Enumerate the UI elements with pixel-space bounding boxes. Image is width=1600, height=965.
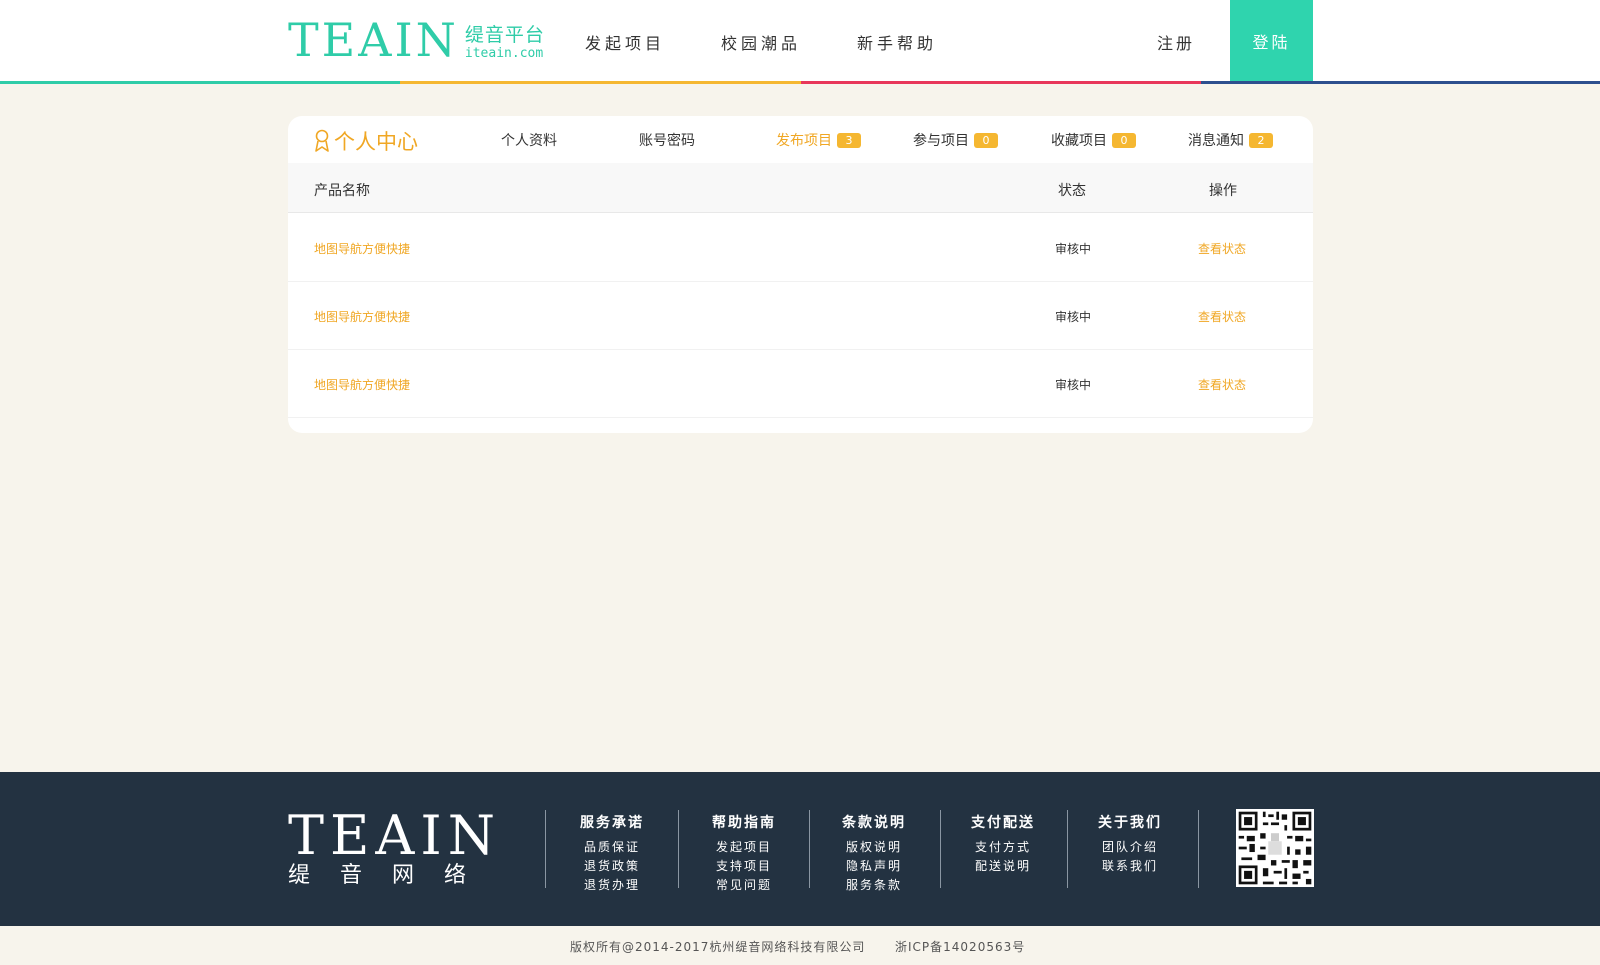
login-button[interactable]: 登陆 [1230, 0, 1313, 82]
tab-label: 发布项目 [776, 133, 832, 149]
nav-launch-project[interactable]: 发起项目 [585, 30, 665, 54]
tab-notifications[interactable]: 消息通知 2 [1188, 130, 1273, 150]
logo-url: iteain.com [464, 46, 544, 61]
tab-joined-projects[interactable]: 参与项目 0 [913, 130, 998, 150]
tab-profile[interactable]: 个人资料 [501, 130, 557, 150]
footer-link[interactable]: 退货办理 [575, 876, 649, 895]
user-center-title-text: 个人中心 [334, 130, 418, 154]
status-text: 审核中 [1055, 378, 1092, 392]
footer-link[interactable]: 团队介绍 [1093, 838, 1167, 857]
header-stripe-yellow [400, 81, 801, 84]
logo-wordmark: TEAIN [288, 13, 459, 67]
tab-published-projects[interactable]: 发布项目 3 [776, 130, 861, 150]
footer-link[interactable]: 支持项目 [707, 857, 781, 876]
table-row: 地图导航方便快捷 审核中 查看状态 [288, 214, 1313, 282]
footer-link[interactable]: 配送说明 [966, 857, 1040, 876]
footer-logo: TEAIN 缇音网络 [288, 804, 510, 890]
icp-text[interactable]: 浙ICP备14020563号 [895, 938, 1025, 955]
view-status-link[interactable]: 查看状态 [1198, 376, 1246, 393]
user-center-panel: 个人中心 个人资料 账号密码 发布项目 3 参与项目 0 收藏项目 0 消息通知… [288, 116, 1313, 433]
count-badge: 2 [1249, 132, 1273, 148]
footer-col-terms: 条款说明 版权说明 隐私声明 服务条款 [837, 810, 911, 892]
count-badge: 0 [974, 132, 998, 148]
status-text: 审核中 [1055, 242, 1092, 256]
footer-col-title: 支付配送 [971, 815, 1035, 831]
nav-beginner-help[interactable]: 新手帮助 [857, 30, 937, 54]
footer-logo-wordmark: TEAIN [288, 804, 502, 867]
qr-code-icon [1236, 809, 1314, 887]
footer-col-title: 帮助指南 [712, 815, 776, 831]
footer-divider [678, 810, 679, 888]
table-row: 地图导航方便快捷 审核中 查看状态 [288, 350, 1313, 418]
logo-chinese-name: 缇音平台 [464, 24, 545, 46]
footer-col-help: 帮助指南 发起项目 支持项目 常见问题 [707, 810, 781, 892]
product-name-link[interactable]: 地图导航方便快捷 [314, 376, 410, 393]
view-status-link[interactable]: 查看状态 [1198, 240, 1246, 257]
column-header-action: 操作 [1209, 183, 1237, 199]
qr-code-graphic [1236, 809, 1314, 887]
tab-label: 账号密码 [639, 133, 695, 149]
product-name-link[interactable]: 地图导航方便快捷 [314, 240, 410, 257]
user-center-title: 个人中心 [314, 126, 418, 156]
tab-password[interactable]: 账号密码 [639, 130, 695, 150]
footer-col-title: 关于我们 [1098, 815, 1162, 831]
column-header-status: 状态 [1058, 183, 1086, 199]
footer-link[interactable]: 发起项目 [707, 838, 781, 857]
register-link[interactable]: 注册 [1157, 30, 1195, 54]
header-stripe-blue [1201, 81, 1600, 84]
footer-link[interactable]: 服务条款 [837, 876, 911, 895]
tab-label: 个人资料 [501, 133, 557, 149]
product-name-link[interactable]: 地图导航方便快捷 [314, 308, 410, 325]
footer-logo-chinese: 缇音网络 [288, 863, 497, 888]
site-footer: TEAIN 缇音网络 服务承诺 品质保证 退货政策 退货办理 帮助指南 发起项目… [0, 772, 1600, 926]
site-header: TEAIN 缇音平台 iteain.com 发起项目 校园潮品 新手帮助 注册 … [0, 0, 1600, 84]
tab-label: 参与项目 [913, 133, 969, 149]
footer-link[interactable]: 支付方式 [966, 838, 1040, 857]
copyright-bar: 版权所有@2014-2017杭州缇音网络科技有限公司 浙ICP备14020563… [0, 926, 1600, 965]
footer-col-payment: 支付配送 支付方式 配送说明 [966, 810, 1040, 888]
status-text: 审核中 [1055, 310, 1092, 324]
copyright-text: 版权所有@2014-2017杭州缇音网络科技有限公司 [570, 940, 866, 954]
header-stripe-red [801, 81, 1201, 84]
view-status-link[interactable]: 查看状态 [1198, 308, 1246, 325]
footer-col-title: 条款说明 [842, 815, 906, 831]
footer-link[interactable]: 联系我们 [1093, 857, 1167, 876]
footer-divider [545, 810, 546, 888]
footer-divider [1198, 810, 1199, 888]
count-badge: 0 [1112, 132, 1136, 148]
footer-col-title: 服务承诺 [580, 815, 644, 831]
column-header-product-name: 产品名称 [314, 183, 370, 199]
footer-link[interactable]: 品质保证 [575, 838, 649, 857]
table-row: 地图导航方便快捷 审核中 查看状态 [288, 282, 1313, 350]
count-badge: 3 [837, 132, 861, 148]
header-stripe-green [0, 81, 400, 84]
footer-col-about: 关于我们 团队介绍 联系我们 [1093, 810, 1167, 888]
footer-divider [940, 810, 941, 888]
site-logo[interactable]: TEAIN 缇音平台 iteain.com [288, 13, 545, 67]
tab-label: 收藏项目 [1051, 133, 1107, 149]
nav-campus-trends[interactable]: 校园潮品 [721, 30, 801, 54]
footer-divider [1067, 810, 1068, 888]
tab-favorite-projects[interactable]: 收藏项目 0 [1051, 130, 1136, 150]
footer-col-service: 服务承诺 品质保证 退货政策 退货办理 [575, 810, 649, 892]
user-icon [315, 129, 329, 152]
footer-link[interactable]: 版权说明 [837, 838, 911, 857]
footer-link[interactable]: 常见问题 [707, 876, 781, 895]
user-center-tabs: 个人中心 个人资料 账号密码 发布项目 3 参与项目 0 收藏项目 0 消息通知… [288, 116, 1313, 163]
tab-label: 消息通知 [1188, 133, 1244, 149]
footer-link[interactable]: 退货政策 [575, 857, 649, 876]
footer-link[interactable]: 隐私声明 [837, 857, 911, 876]
main-nav: 发起项目 校园潮品 新手帮助 [585, 30, 993, 54]
footer-divider [809, 810, 810, 888]
table-header: 产品名称 状态 操作 [288, 163, 1313, 213]
